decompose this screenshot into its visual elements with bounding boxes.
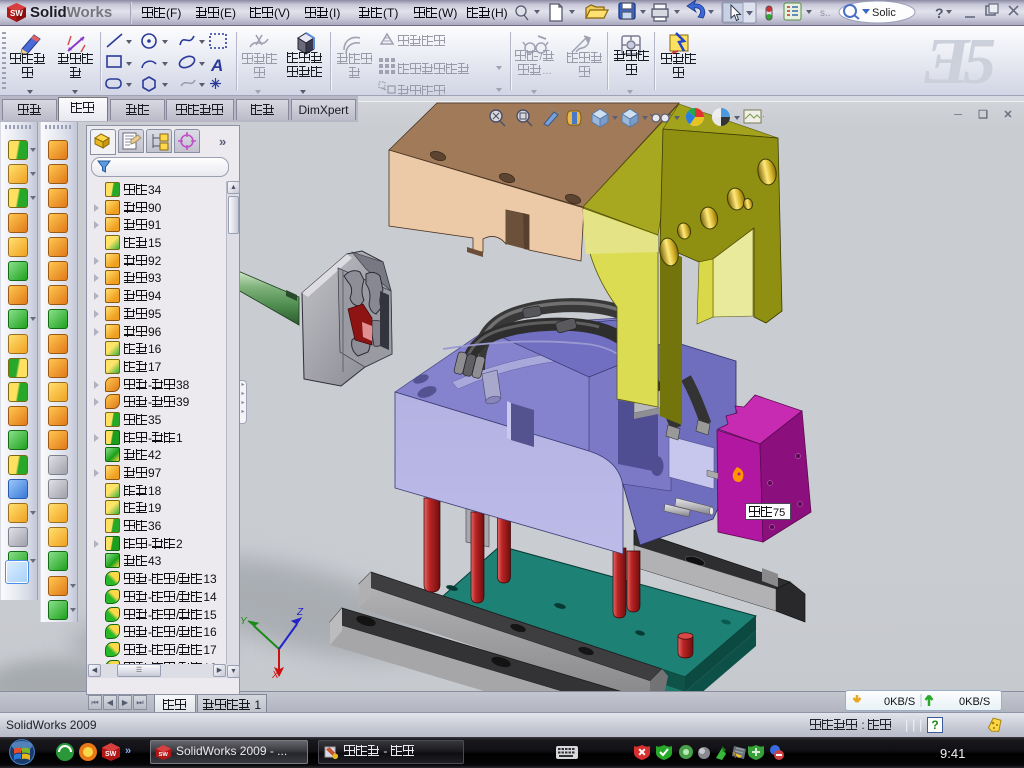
svg-text:SW: SW [159,752,169,758]
svg-text:A: A [210,56,223,75]
svg-text:Solic: Solic [872,7,896,19]
svg-text:X: X [271,670,279,681]
svg-text:s..: s.. [820,8,831,19]
svg-text:!: ! [734,751,737,760]
svg-text:Z: Z [296,607,304,618]
svg-text:SW: SW [10,9,23,18]
svg-text:0KB/S: 0KB/S [884,696,915,708]
svg-text:SW: SW [105,751,117,758]
svg-text:»: » [125,745,131,757]
svg-text:?: ? [935,5,944,21]
svg-text:0KB/S: 0KB/S [959,696,990,708]
